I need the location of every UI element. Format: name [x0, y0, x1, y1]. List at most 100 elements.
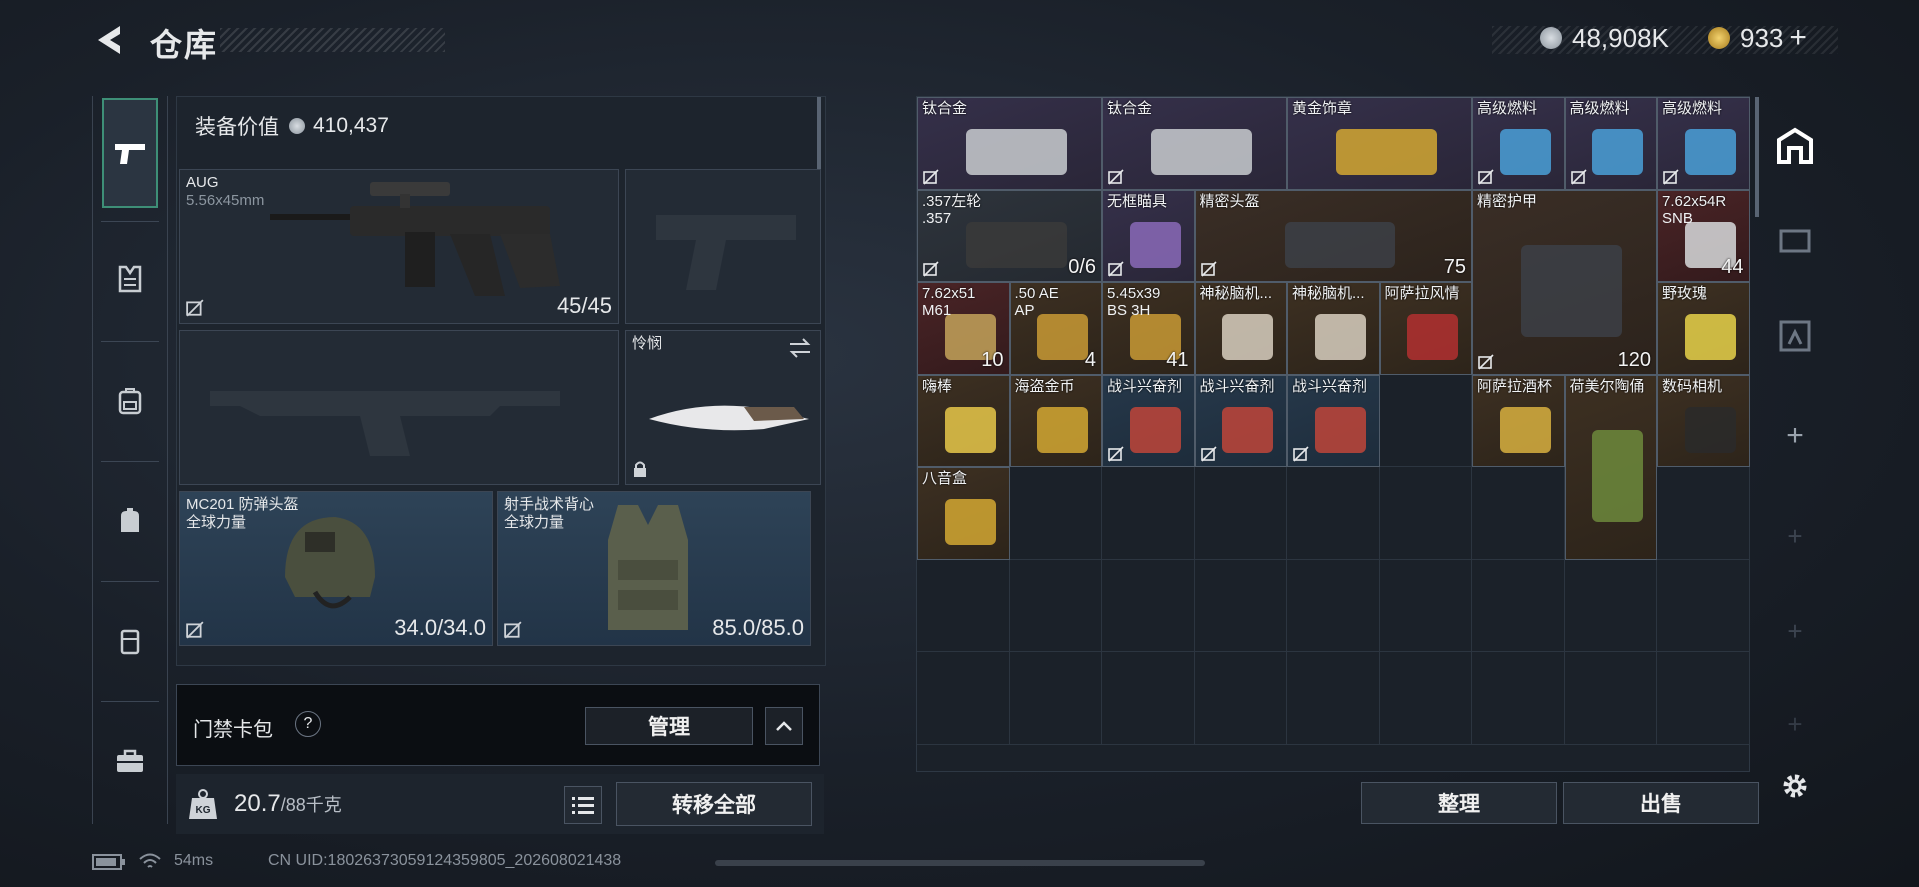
stash-scrollbar[interactable] — [1755, 97, 1759, 217]
no-sell-icon — [1663, 168, 1679, 185]
grid-cell[interactable] — [1287, 559, 1380, 652]
grid-cell[interactable] — [1564, 559, 1657, 652]
melee-slot[interactable]: 怜悯 — [625, 330, 821, 485]
grid-cell[interactable] — [1194, 652, 1287, 745]
add-stash-icon[interactable]: + — [1775, 516, 1815, 556]
scope-icon — [1129, 221, 1181, 268]
stash-item[interactable]: 钛合金 — [917, 97, 1102, 190]
stash-item[interactable]: 阿萨拉风情 — [1379, 282, 1472, 375]
item-name: 海盗金币 — [1014, 377, 1075, 395]
grid-cell[interactable] — [1102, 467, 1195, 560]
stash-item[interactable]: 7.62x54R SNB 44 — [1657, 189, 1750, 282]
grid-cell[interactable] — [1009, 559, 1102, 652]
stash-item[interactable]: 嗨棒 — [917, 374, 1010, 467]
grid-cell[interactable] — [1287, 652, 1380, 745]
swap-icon[interactable] — [788, 337, 812, 359]
stash-item[interactable]: 数码相机 — [1657, 374, 1750, 467]
list-view-button[interactable] — [564, 786, 602, 824]
tab-weapon-case[interactable] — [1775, 221, 1815, 261]
cocktail-icon — [1684, 314, 1736, 361]
grid-cell[interactable] — [1287, 467, 1380, 560]
grid-cell[interactable] — [1472, 467, 1565, 560]
tab-main-stash[interactable] — [1775, 126, 1815, 166]
grid-cell[interactable] — [917, 652, 1010, 745]
gold-currency[interactable]: 933 + — [1708, 21, 1807, 55]
grid-cell[interactable] — [1379, 374, 1472, 467]
sidebar-item-weapons[interactable] — [102, 98, 158, 208]
pistol-slot-empty[interactable] — [625, 169, 821, 324]
grid-cell[interactable] — [1194, 467, 1287, 560]
stash-item[interactable]: 高级燃料 — [1564, 97, 1657, 190]
grid-cell[interactable] — [1657, 559, 1750, 652]
stash-item[interactable]: .50 AE AP 4 — [1009, 282, 1102, 375]
add-stash-icon[interactable]: + — [1775, 416, 1815, 456]
back-button[interactable] — [92, 22, 126, 58]
settings-button[interactable] — [1775, 766, 1815, 806]
wifi-icon — [139, 853, 161, 868]
stash-item[interactable]: 阿萨拉酒杯 — [1472, 374, 1565, 467]
stim-syringe-icon — [1129, 406, 1181, 453]
stash-item[interactable]: 黄金饰章 — [1287, 97, 1472, 190]
stash-item[interactable]: 八音盒 — [917, 467, 1010, 560]
stash-item[interactable]: 战斗兴奋剂 — [1194, 374, 1287, 467]
manage-button[interactable]: 管理 — [585, 707, 753, 745]
sidebar-item-armor[interactable] — [102, 224, 158, 334]
helmet-slot[interactable]: MC201 防弹头盔 全球力量 34.0/34.0 — [179, 491, 493, 646]
stash-item[interactable]: .357左轮 .357 0/6 — [917, 189, 1102, 282]
collapse-button[interactable] — [765, 707, 803, 745]
stash-item[interactable]: 神秘脑机... — [1287, 282, 1380, 375]
grid-cell[interactable] — [1194, 559, 1287, 652]
grid-cell[interactable] — [1657, 652, 1750, 745]
stash-item[interactable]: 钛合金 — [1102, 97, 1287, 190]
stash-item[interactable]: 战斗兴奋剂 — [1287, 374, 1380, 467]
secondary-weapon-slot-empty[interactable] — [179, 330, 619, 485]
stash-item[interactable]: 7.62x51 M61 10 — [917, 282, 1010, 375]
item-name: 战斗兴奋剂 — [1199, 377, 1275, 395]
grid-cell[interactable] — [1009, 467, 1102, 560]
stash-item[interactable]: 精密头盔 75 — [1194, 189, 1472, 282]
stash-item[interactable]: 神秘脑机... — [1194, 282, 1287, 375]
add-currency-icon[interactable]: + — [1789, 21, 1807, 55]
grid-cell[interactable] — [1564, 652, 1657, 745]
transfer-all-button[interactable]: 转移全部 — [616, 782, 812, 826]
grid-cell[interactable] — [1379, 467, 1472, 560]
sort-button[interactable]: 整理 — [1361, 782, 1557, 824]
revolver-icon — [965, 221, 1068, 268]
sidebar-item-backpack[interactable] — [102, 346, 158, 456]
back-arrow-icon — [98, 26, 120, 54]
grid-cell[interactable] — [1379, 652, 1472, 745]
no-sell-icon — [1200, 261, 1217, 277]
stash-item[interactable]: 海盗金币 — [1009, 374, 1102, 467]
stash-item[interactable]: 无框瞄具 — [1102, 189, 1195, 282]
sidebar-item-case[interactable] — [102, 706, 158, 816]
ornate-cup-icon — [1499, 406, 1551, 453]
stash-item[interactable]: 高级燃料 — [1472, 97, 1565, 190]
stash-item[interactable]: 荷美尔陶俑 — [1564, 374, 1657, 560]
stash-item[interactable]: 战斗兴奋剂 — [1102, 374, 1195, 467]
grid-cell[interactable] — [1472, 559, 1565, 652]
help-icon[interactable]: ? — [295, 711, 321, 737]
tab-ammo-case[interactable] — [1775, 316, 1815, 356]
fuel-can-icon — [1684, 129, 1736, 176]
primary-weapon-slot[interactable]: AUG 5.56x45mm 45/45 — [179, 169, 619, 324]
armor-slot[interactable]: 射手战术背心 全球力量 85.0/85.0 — [497, 491, 811, 646]
sell-button[interactable]: 出售 — [1563, 782, 1759, 824]
stash-tabs: + + + + — [1765, 96, 1825, 824]
stash-item[interactable]: 高级燃料 — [1657, 97, 1750, 190]
grid-cell[interactable] — [1657, 467, 1750, 560]
grid-cell[interactable] — [1102, 559, 1195, 652]
grid-cell[interactable] — [917, 559, 1010, 652]
add-stash-icon[interactable]: + — [1775, 704, 1815, 744]
grid-cell[interactable] — [1379, 559, 1472, 652]
stash-item[interactable]: 精密护甲 120 — [1472, 189, 1657, 375]
add-stash-icon[interactable]: + — [1775, 611, 1815, 651]
sidebar-item-chest-rig[interactable] — [102, 586, 158, 696]
stash-item[interactable]: 野玫瑰 — [1657, 282, 1750, 375]
gold-amount: 933 — [1740, 22, 1784, 53]
grid-cell[interactable] — [1009, 652, 1102, 745]
grid-cell[interactable] — [1102, 652, 1195, 745]
stash-item[interactable]: 5.45x39 BS 3H 41 — [1102, 282, 1195, 375]
keycard-label: 门禁卡包 — [193, 719, 273, 741]
grid-cell[interactable] — [1472, 652, 1565, 745]
sidebar-item-pouch[interactable] — [102, 466, 158, 576]
